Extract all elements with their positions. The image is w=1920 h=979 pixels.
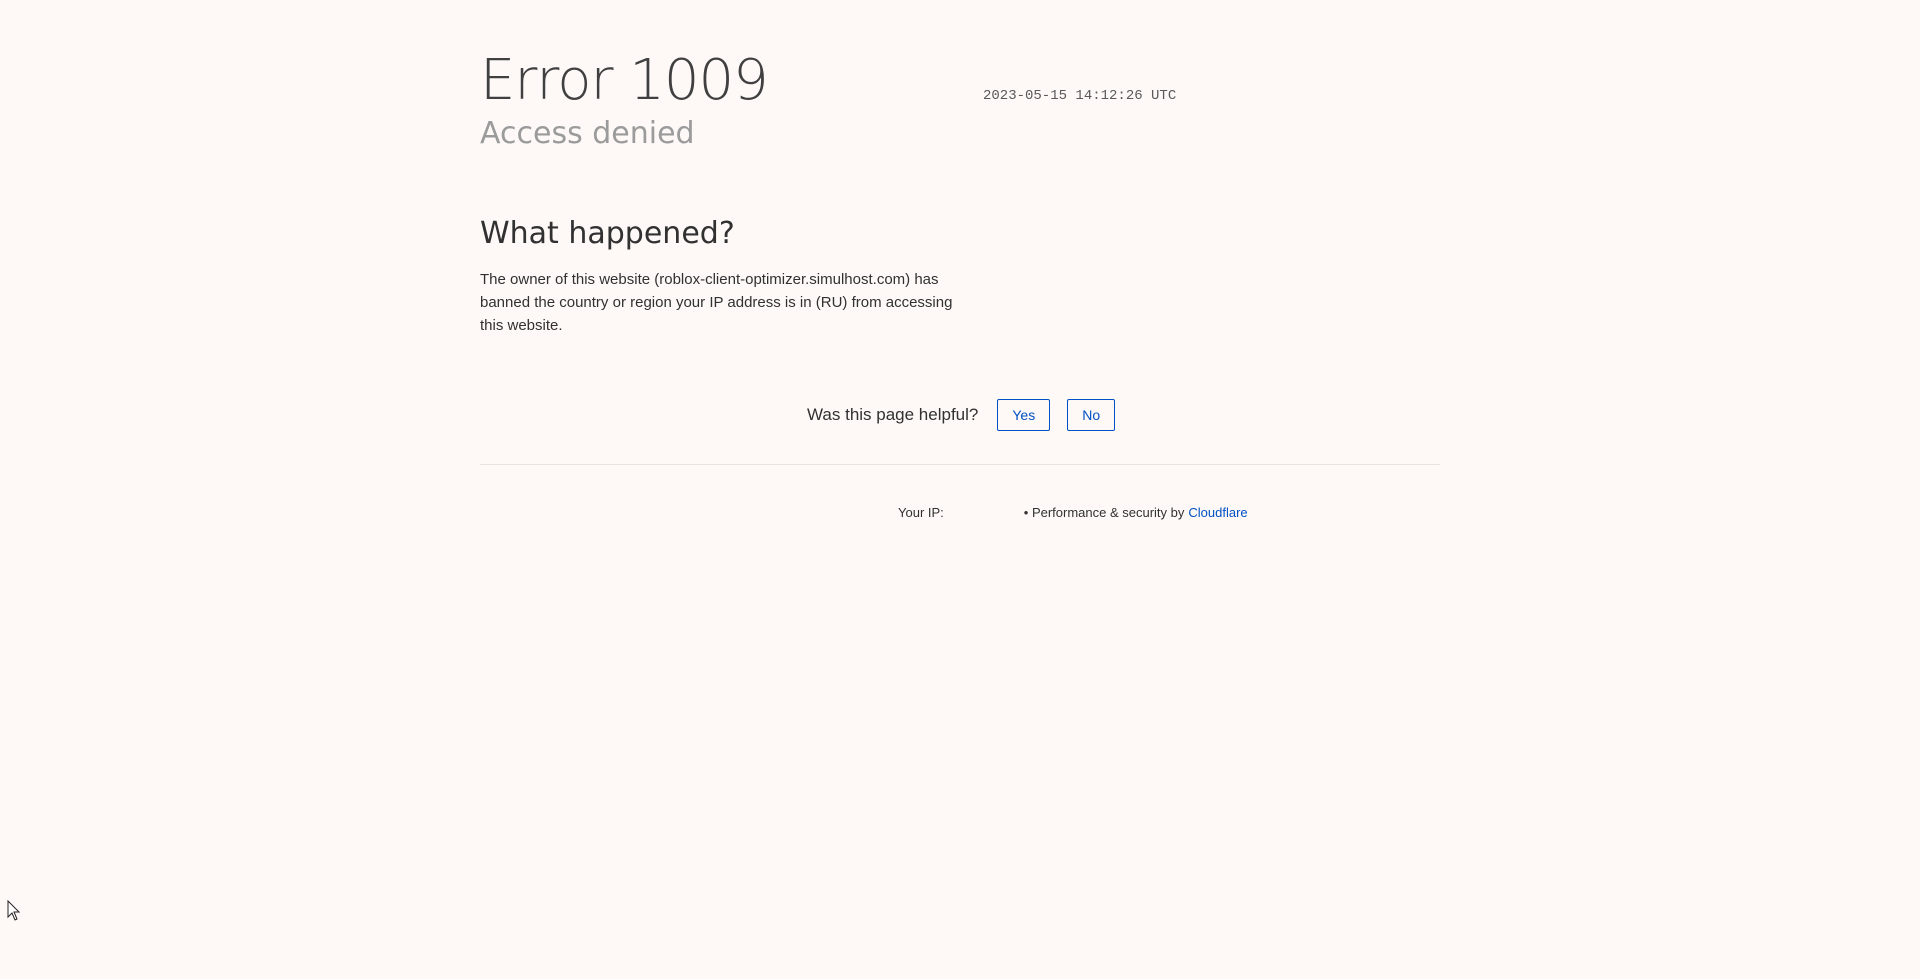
feedback-yes-button[interactable]: Yes xyxy=(997,399,1051,431)
footer-ip-value xyxy=(944,505,1024,520)
feedback-no-button[interactable]: No xyxy=(1067,399,1116,431)
feedback-question: Was this page helpful? xyxy=(807,405,979,424)
feedback-bar: Was this page helpful? Yes No xyxy=(807,398,1132,432)
what-happened-heading: What happened? xyxy=(480,216,735,251)
error-timestamp: 2023-05-15 14:12:26 UTC xyxy=(983,88,1177,104)
cloudflare-link[interactable]: Cloudflare xyxy=(1188,505,1247,520)
footer-performance-text: • Performance & security by xyxy=(1023,505,1185,520)
footer: Your IP: • Performance & security by Clo… xyxy=(898,505,1248,520)
footer-divider xyxy=(480,464,1440,465)
footer-ip-label: Your IP: xyxy=(898,505,944,520)
error-title: Error 1009 xyxy=(480,48,769,113)
mouse-cursor-icon xyxy=(7,900,21,921)
error-subtitle: Access denied xyxy=(480,116,695,151)
what-happened-body: The owner of this website (roblox-client… xyxy=(480,271,953,334)
